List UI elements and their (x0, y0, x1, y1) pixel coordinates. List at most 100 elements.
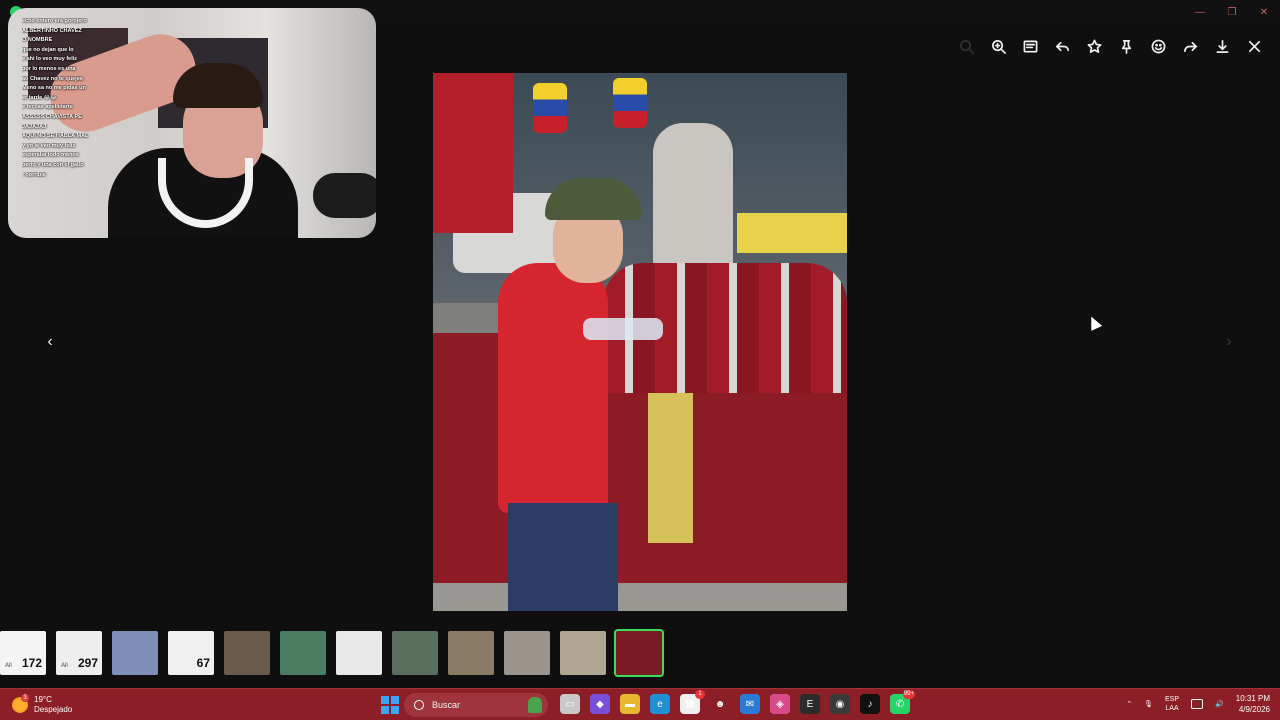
search-button[interactable] (950, 34, 982, 58)
media-thumbnail[interactable] (448, 631, 494, 675)
language-code: ESP (1165, 696, 1180, 703)
caption-button[interactable] (1014, 34, 1046, 58)
obs-icon[interactable]: ◉ (830, 694, 850, 714)
microphone (313, 173, 376, 218)
chat-message: - horrible (22, 171, 46, 178)
microphone-icon[interactable]: 🎙 (1144, 700, 1153, 708)
media-thumbnail[interactable] (614, 629, 664, 677)
next-media-button[interactable]: › (1220, 333, 1238, 351)
media-viewer-toolbar (950, 34, 1270, 58)
weather-sun-icon: 3 (12, 694, 29, 713)
media-thumbnail[interactable]: All 297 (56, 631, 102, 675)
media-thumbnail[interactable] (280, 631, 326, 675)
chat-message: por lo menos es una (22, 65, 76, 72)
alien-icon[interactable]: ☻ (710, 694, 730, 714)
forward-icon (1183, 41, 1197, 52)
chat-message: ao Chavez no te quejes (22, 75, 83, 82)
main-photo (433, 73, 847, 611)
chat-message: e fecilas apellidarte (22, 104, 73, 111)
volume-icon[interactable]: 🔊 (1215, 700, 1224, 708)
media-thumbnail[interactable] (504, 631, 550, 675)
notification-badge: 99+ (902, 690, 915, 699)
photo-boy-shirt (498, 263, 608, 513)
language-indicator[interactable]: ESP LAA (1165, 695, 1179, 713)
clock[interactable]: 10:31 PM 4/9/2026 (1236, 693, 1270, 715)
media-thumbnail[interactable] (224, 631, 270, 675)
close-viewer-button[interactable] (1238, 34, 1270, 58)
chat-message: e ahi lo veo muy feliz (22, 56, 78, 63)
restore-button[interactable]: ❐ (1216, 0, 1248, 24)
media-thumbnail[interactable] (336, 631, 382, 675)
weather-badge: 3 (21, 694, 29, 702)
chat-message: Meno sa no me pidas un (22, 85, 86, 92)
system-tray: ⌃ 🎙 ESP LAA 🔊 10:31 PM 4/9/2026 (1126, 693, 1270, 715)
media-thumbnail[interactable] (392, 631, 438, 675)
window-controls: — ❐ ✕ (1184, 0, 1280, 24)
star-icon (1086, 39, 1102, 53)
search-icon (959, 39, 974, 54)
search-icon (414, 700, 424, 710)
minimize-button[interactable]: — (1184, 0, 1216, 24)
previous-media-button[interactable]: ‹ (41, 333, 59, 351)
media-thumbnail[interactable]: All 172 (0, 631, 46, 675)
photo-boy-cap (545, 178, 641, 220)
photo-boy-jeans (508, 503, 618, 611)
photo-yellow-car (737, 213, 847, 253)
search-highlight-icon (528, 697, 542, 713)
weather-temperature: 19°C (34, 695, 52, 704)
star-button[interactable] (1078, 34, 1110, 58)
webcam-overlay: echo entero era gorojero ALBERTINHO CHAVE… (8, 8, 376, 238)
reply-button[interactable] (1046, 34, 1078, 58)
thumbnail-number: 67 (196, 656, 210, 670)
zoom-in-button[interactable] (982, 34, 1014, 58)
media-thumbnail[interactable]: 67 (168, 631, 214, 675)
chat-message: echo entero era gorojero (22, 18, 87, 24)
react-button[interactable] (1142, 34, 1174, 58)
media-thumbnail[interactable] (560, 631, 606, 675)
close-icon (1248, 40, 1260, 52)
pin-button[interactable] (1110, 34, 1142, 58)
notification-badge: 1 (695, 690, 705, 699)
zoom-in-icon (991, 39, 1006, 54)
windows-logo-icon (381, 696, 389, 704)
chat-message: ALBERTINHO CHAVEZ (22, 27, 82, 34)
emoji-icon (1151, 39, 1165, 53)
thumbnail-label: All (5, 663, 12, 669)
pinned-apps: ▭ ◆ ▬ e ▦ 1 ☻ ✉ ◈ E ◉ ♪ ✆ 99+ (560, 690, 915, 714)
store-icon[interactable]: ▦ 1 (680, 690, 705, 714)
tiktok-icon[interactable]: ♪ (860, 694, 880, 714)
download-icon (1216, 39, 1228, 53)
chevron-up-icon[interactable]: ⌃ (1126, 700, 1132, 708)
close-window-button[interactable]: ✕ (1248, 0, 1280, 24)
forward-button[interactable] (1174, 34, 1206, 58)
thumbnail-number: 297 (77, 656, 98, 670)
media-thumbnail[interactable] (112, 631, 158, 675)
clock-date: 4/9/2026 (1238, 705, 1270, 714)
task-view-icon[interactable]: ▭ (560, 694, 580, 714)
windows-logo-icon (391, 706, 399, 714)
weather-widget[interactable]: 3 19°C Despejado (12, 694, 72, 715)
copilot-icon[interactable]: ◆ (590, 694, 610, 714)
download-button[interactable] (1206, 34, 1238, 58)
thumbnail-label: All (61, 663, 68, 669)
caption-icon (1023, 40, 1037, 52)
search-placeholder: Buscar (432, 700, 461, 710)
epic-icon[interactable]: E (800, 694, 820, 714)
start-button[interactable] (381, 696, 399, 714)
taskbar-search[interactable]: Buscar (404, 693, 548, 717)
mail-icon[interactable]: ✉ (740, 694, 760, 714)
windows-logo-icon (381, 706, 389, 714)
edge-icon[interactable]: e (650, 694, 670, 714)
whatsapp-icon[interactable]: ✆ 99+ (890, 690, 915, 714)
chat-message: AQUI NO SE HABLA MAL (22, 133, 89, 140)
thumbnail-number: 172 (21, 656, 42, 670)
file-explorer-icon[interactable]: ▬ (620, 694, 640, 714)
chat-message: berto y una con el gallo (22, 161, 84, 168)
m365-icon[interactable]: ◈ (770, 694, 790, 714)
photo-yellow-shirt (648, 393, 693, 543)
display-icon[interactable] (1191, 699, 1204, 709)
chat-message: que no dejan que lo (22, 46, 74, 53)
photo-flag-bag (613, 78, 647, 128)
media-thumbnail-strip: All 172 All 297 67 (0, 629, 664, 677)
reply-icon (1055, 41, 1069, 51)
